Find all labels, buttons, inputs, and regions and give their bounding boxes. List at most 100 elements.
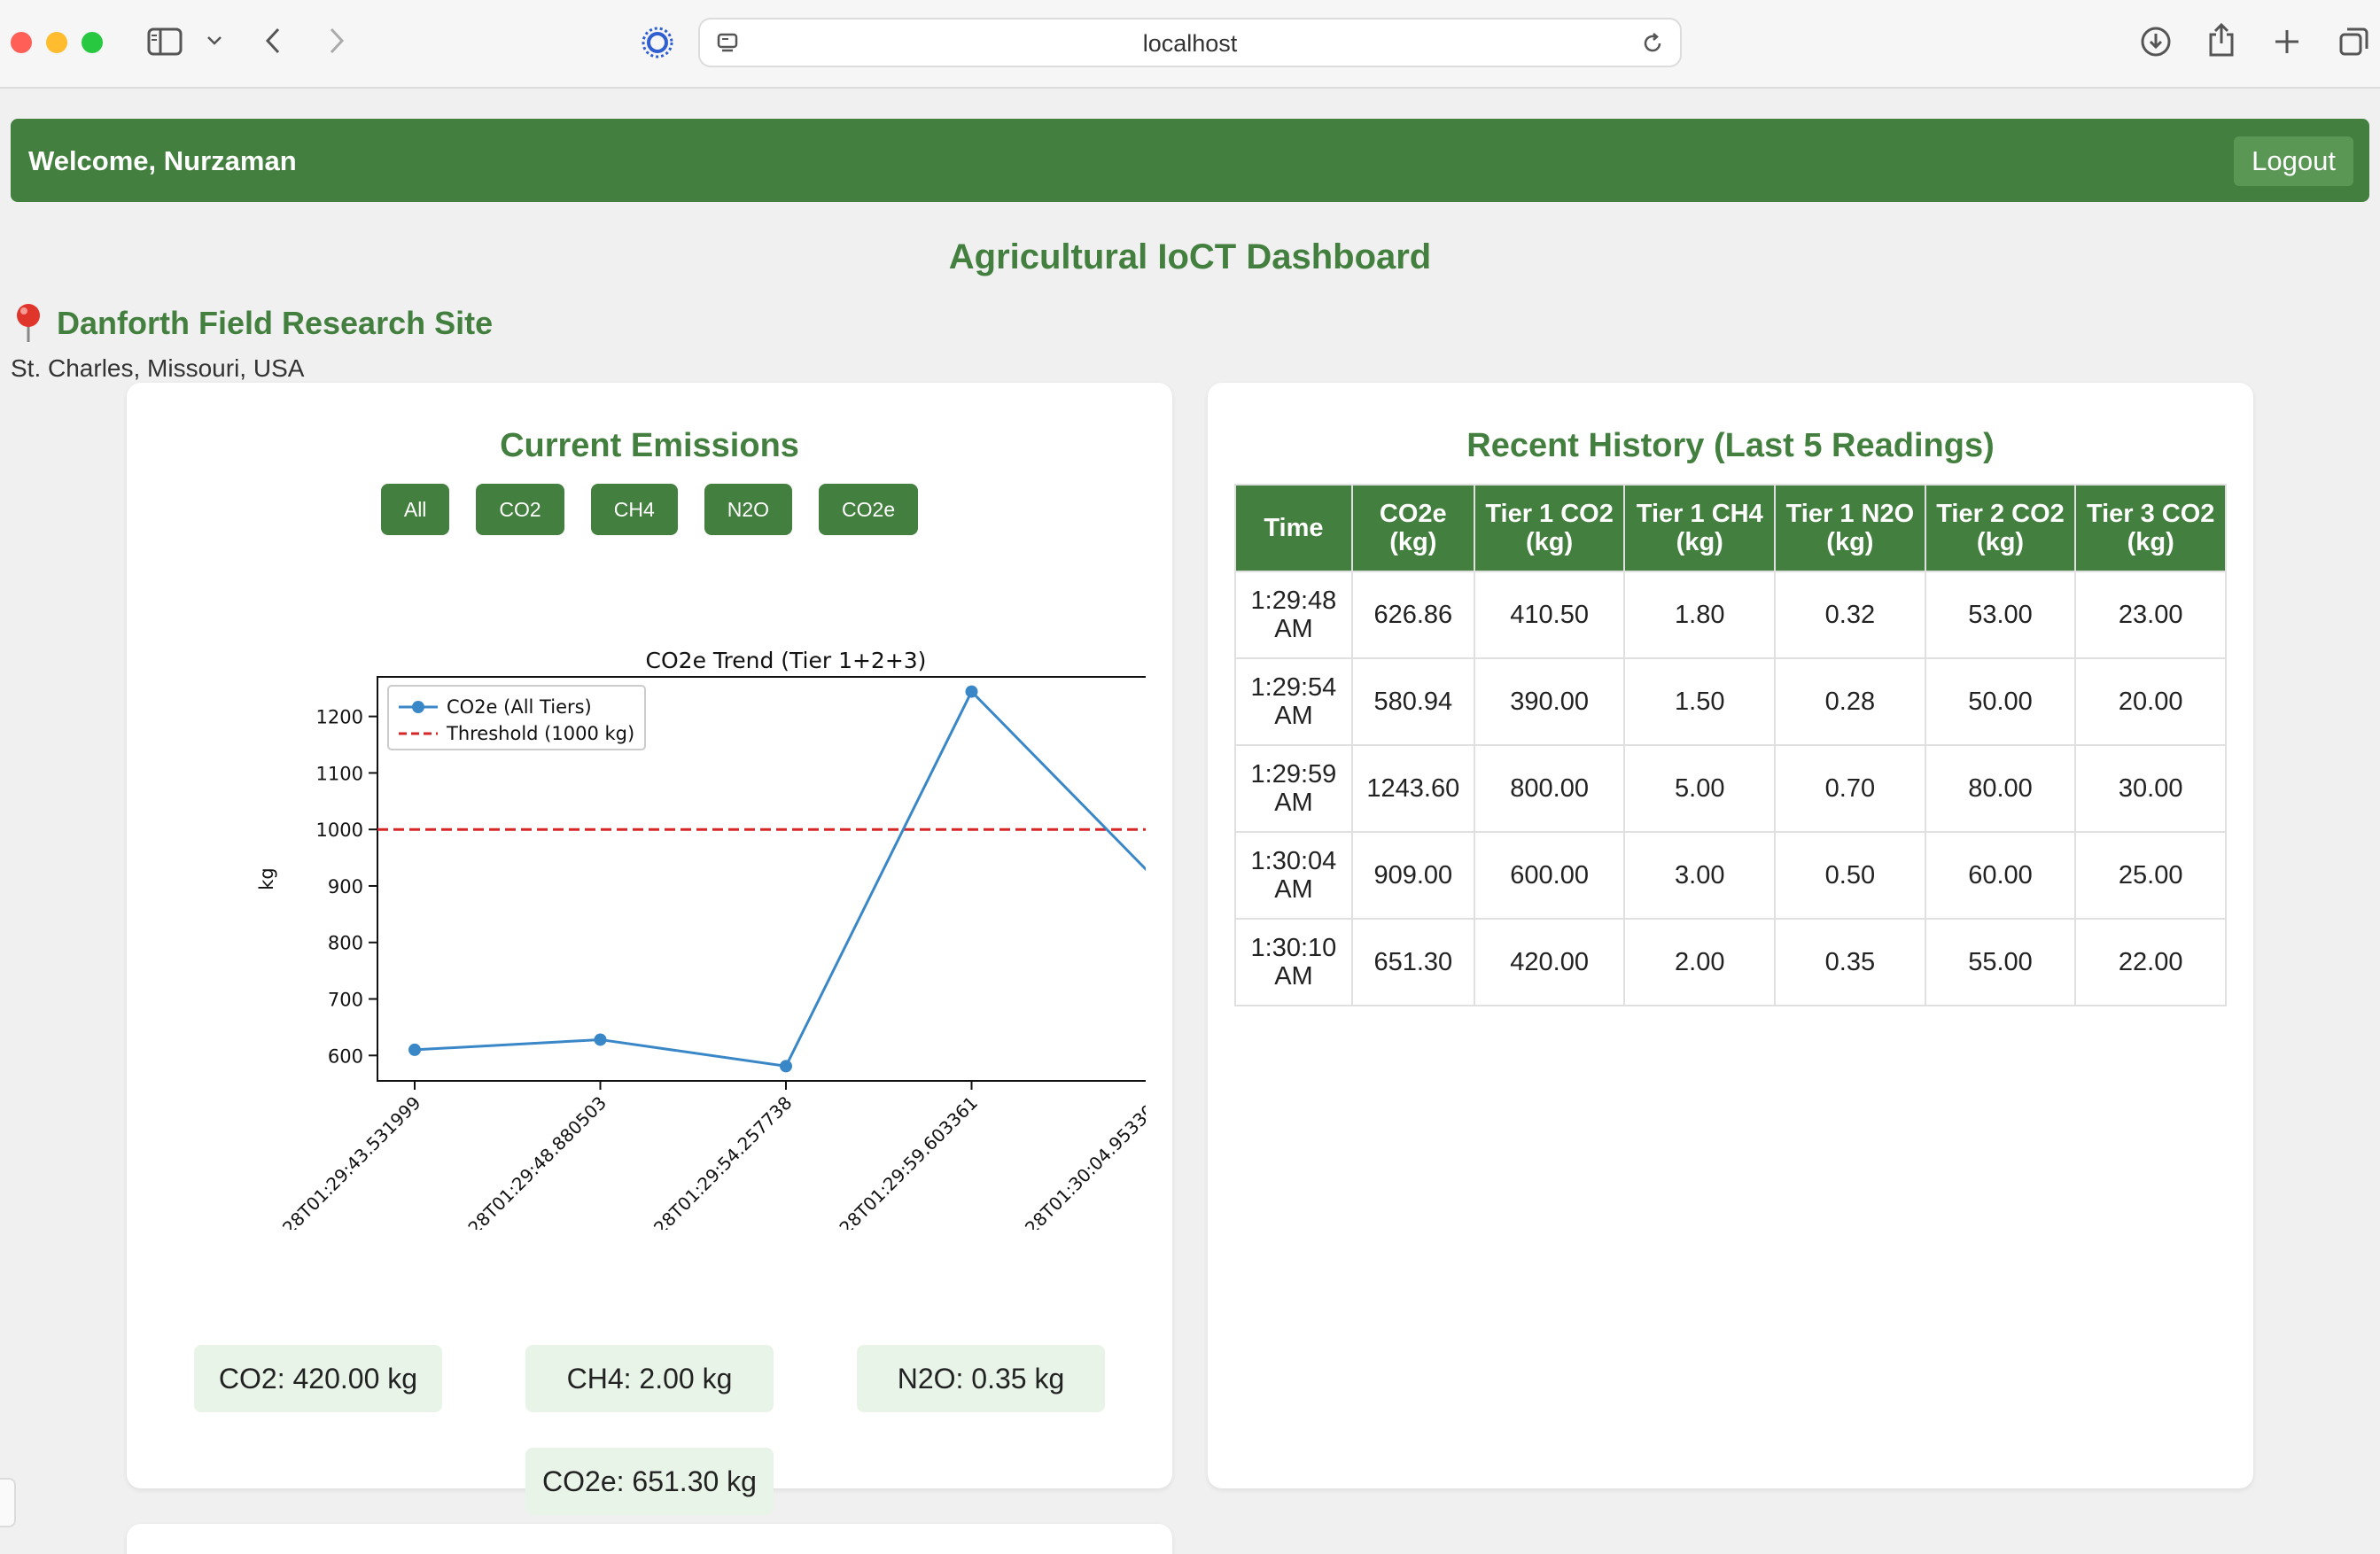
stat-co2e: CO2e: 651.30 kg: [525, 1448, 774, 1515]
chevron-down-icon[interactable]: [206, 32, 223, 50]
cell-tier3-co2: 30.00: [2074, 744, 2227, 833]
cell-tier2-co2: 60.00: [1924, 831, 2077, 920]
stat-n2o: N2O: 0.35 kg: [857, 1345, 1105, 1412]
header-tier1-n2o: Tier 1 N2O (kg): [1774, 484, 1926, 572]
data-point: [408, 1043, 421, 1056]
cell-tier1-ch4: 5.00: [1623, 744, 1777, 833]
cell-tier3-co2: 20.00: [2074, 657, 2227, 746]
maximize-window-button[interactable]: [82, 32, 103, 53]
x-tick-label: 2025-03-28T01:29:43.531999: [222, 1092, 425, 1230]
header-tier1-ch4: Tier 1 CH4 (kg): [1623, 484, 1777, 572]
location-pin-icon: [11, 301, 46, 344]
table-row: 1:29:59 AM 1243.60 800.00 5.00 0.70 80.00 30.0…: [1234, 744, 2227, 833]
filter-co2-button[interactable]: CO2: [476, 484, 564, 535]
dashboard-title: Agricultural IoCT Dashboard: [948, 237, 1432, 276]
chart-title: CO2e Trend (Tier 1+2+3): [646, 648, 927, 673]
cell-tier1-n2o: 0.28: [1774, 657, 1926, 746]
browser-toolbar: localhost: [0, 0, 2380, 89]
cell-time: 1:29:54 AM: [1234, 657, 1353, 746]
cell-tier1-co2: 410.50: [1473, 571, 1626, 659]
minimize-window-button[interactable]: [46, 32, 67, 53]
cell-tier2-co2: 53.00: [1924, 571, 2077, 659]
recent-history-title: Recent History (Last 5 Readings): [1466, 427, 1995, 464]
cell-tier1-co2: 800.00: [1473, 744, 1626, 833]
cell-time: 1:29:48 AM: [1234, 571, 1353, 659]
table-row: 1:29:48 AM 626.86 410.50 1.80 0.32 53.00 23.00: [1234, 571, 2227, 659]
recent-history-card: Recent History (Last 5 Readings) Time CO…: [1208, 383, 2253, 1488]
cell-tier3-co2: 22.00: [2074, 918, 2227, 1006]
cell-time: 1:30:04 AM: [1234, 831, 1353, 920]
table-row: 1:30:10 AM 651.30 420.00 2.00 0.35 55.00 22.00: [1234, 918, 2227, 1006]
page-body: Welcome, Nurzaman Logout Agricultural Io…: [0, 89, 2380, 1554]
top-bar: Welcome, Nurzaman Logout: [11, 119, 2369, 202]
url-text: localhost: [1142, 30, 1238, 57]
data-point: [594, 1033, 607, 1046]
filter-co2e-button[interactable]: CO2e: [819, 484, 919, 535]
cell-tier1-ch4: 3.00: [1623, 831, 1777, 920]
cell-co2e: 580.94: [1350, 657, 1475, 746]
cell-co2e: 651.30: [1350, 918, 1475, 1006]
cell-co2e: 1243.60: [1350, 744, 1475, 833]
legend-series-label: CO2e (All Tiers): [447, 696, 592, 718]
cell-tier1-co2: 600.00: [1473, 831, 1626, 920]
new-tab-icon[interactable]: [2272, 27, 2302, 57]
y-tick-label: 900: [328, 876, 363, 897]
cell-co2e: 626.86: [1350, 571, 1475, 659]
share-icon[interactable]: [2206, 21, 2236, 58]
header-tier2-co2: Tier 2 CO2 (kg): [1924, 484, 2077, 572]
filter-ch4-button[interactable]: CH4: [590, 484, 678, 535]
y-tick-label: 1200: [316, 707, 363, 728]
cell-tier1-ch4: 1.80: [1623, 571, 1777, 659]
cell-tier2-co2: 80.00: [1924, 744, 2077, 833]
cell-tier1-n2o: 0.35: [1774, 918, 1926, 1006]
site-icon: [640, 25, 675, 60]
history-header-row: Time CO2e (kg) Tier 1 CO2 (kg) Tier 1 CH…: [1234, 484, 2227, 572]
header-tier3-co2: Tier 3 CO2 (kg): [2074, 484, 2227, 572]
x-tick-label: 2025-03-28T01:30:04.953300: [964, 1092, 1146, 1230]
cell-tier1-co2: 420.00: [1473, 918, 1626, 1006]
cell-tier1-co2: 390.00: [1473, 657, 1626, 746]
cell-time: 1:30:10 AM: [1234, 918, 1353, 1006]
logout-button[interactable]: Logout: [2234, 136, 2353, 186]
forward-icon[interactable]: [326, 25, 347, 57]
site-name: Danforth Field Research Site: [57, 305, 494, 341]
header-tier1-co2: Tier 1 CO2 (kg): [1473, 484, 1626, 572]
cell-tier2-co2: 55.00: [1924, 918, 2077, 1006]
sidebar-icon[interactable]: [147, 27, 183, 57]
y-axis-label: kg: [256, 867, 277, 890]
welcome-text: Welcome, Nurzaman: [28, 145, 297, 176]
cell-tier1-n2o: 0.50: [1774, 831, 1926, 920]
address-bar[interactable]: localhost: [698, 18, 1682, 67]
filter-all-button[interactable]: All: [380, 484, 450, 535]
y-tick-label: 1000: [316, 820, 363, 841]
data-point: [965, 685, 978, 698]
stat-co2: CO2: 420.00 kg: [194, 1345, 442, 1412]
filter-n2o-button[interactable]: N2O: [704, 484, 793, 535]
cell-tier1-ch4: 1.50: [1623, 657, 1777, 746]
table-row: 1:29:54 AM 580.94 390.00 1.50 0.28 50.00 20.00: [1234, 657, 2227, 746]
cell-tier2-co2: 50.00: [1924, 657, 2077, 746]
legend-series-marker: [412, 701, 424, 713]
current-emissions-title: Current Emissions: [500, 427, 799, 464]
filter-buttons: All CO2 CH4 N2O CO2e: [127, 484, 1172, 535]
site-location: St. Charles, Missouri, USA: [11, 354, 305, 382]
x-tick-label: 2025-03-28T01:29:48.880503: [407, 1092, 611, 1230]
cell-time: 1:29:59 AM: [1234, 744, 1353, 833]
tabs-icon[interactable]: [2337, 25, 2371, 58]
stat-ch4: CH4: 2.00 kg: [525, 1345, 774, 1412]
close-window-button[interactable]: [11, 32, 32, 53]
reload-icon[interactable]: [1639, 30, 1666, 57]
legend-threshold-label: Threshold (1000 kg): [446, 723, 634, 744]
y-tick-label: 800: [328, 933, 363, 954]
x-tick-label: 2025-03-28T01:29:54.257738: [593, 1092, 797, 1230]
download-icon[interactable]: [2139, 25, 2173, 58]
back-icon[interactable]: [262, 25, 284, 57]
cell-tier1-ch4: 2.00: [1623, 918, 1777, 1006]
y-tick-label: 1100: [316, 763, 363, 784]
data-point: [780, 1060, 792, 1073]
history-table: Time CO2e (kg) Tier 1 CO2 (kg) Tier 1 CH…: [1234, 484, 2227, 1006]
current-emissions-card: Current Emissions All CO2 CH4 N2O CO2e C…: [127, 383, 1172, 1515]
side-handle[interactable]: [0, 1478, 16, 1527]
header-time: Time: [1234, 484, 1353, 572]
cell-co2e: 909.00: [1350, 831, 1475, 920]
